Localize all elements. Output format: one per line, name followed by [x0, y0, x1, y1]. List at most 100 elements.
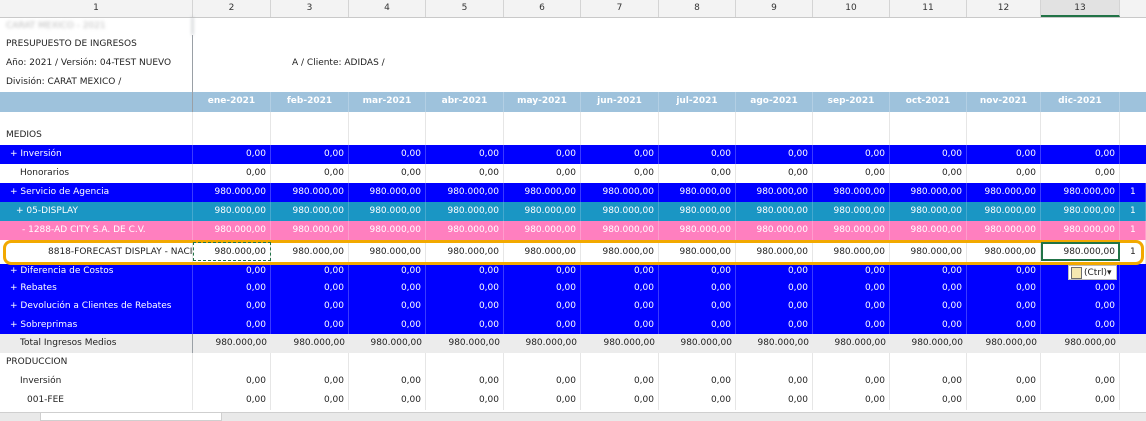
value-cell[interactable]: 0,00 [967, 372, 1041, 391]
value-cell[interactable]: 0,00 [1041, 164, 1120, 183]
value-cell[interactable]: 0,00 [890, 145, 967, 164]
value-cell[interactable]: 980.000,00 [813, 183, 890, 202]
value-cell[interactable]: 0,00 [504, 145, 581, 164]
value-cell[interactable]: 0,00 [193, 316, 271, 334]
value-cell[interactable]: 980.000,00 [581, 202, 659, 221]
value-cell[interactable]: 0,00 [813, 372, 890, 391]
value-cell[interactable]: 980.000,00 [581, 334, 659, 353]
value-cell[interactable]: 0,00 [967, 145, 1041, 164]
value-cell[interactable]: 980.000,00 [504, 240, 581, 264]
value-cell[interactable]: 0,00 [967, 391, 1041, 410]
column-header-3[interactable]: 3 [271, 0, 349, 17]
value-cell[interactable]: 0,00 [813, 391, 890, 410]
value-cell[interactable]: 0,00 [1041, 279, 1120, 297]
value-cell[interactable]: 980.000,00 [193, 202, 271, 221]
value-cell[interactable]: 0,00 [890, 316, 967, 334]
value-cell[interactable]: 0,00 [349, 372, 426, 391]
value-cell[interactable]: 980.000,00 [193, 334, 271, 353]
value-cell[interactable]: 980.000,00 [890, 240, 967, 264]
column-header-10[interactable]: 10 [813, 0, 890, 17]
value-cell[interactable]: 0,00 [271, 316, 349, 334]
value-cell[interactable]: 0,00 [890, 391, 967, 410]
column-header-12[interactable]: 12 [967, 0, 1041, 17]
value-cell[interactable]: 0,00 [349, 316, 426, 334]
column-header-13[interactable]: 13 [1041, 0, 1120, 17]
row-label[interactable]: + Rebates [0, 279, 193, 297]
value-cell[interactable]: 0,00 [193, 145, 271, 164]
value-cell[interactable]: 0,00 [581, 145, 659, 164]
value-cell[interactable]: 0,00 [1041, 391, 1120, 410]
row-label[interactable]: MEDIOS [0, 126, 193, 145]
value-cell[interactable]: 0,00 [271, 164, 349, 183]
value-cell[interactable]: 980.000,00 [271, 202, 349, 221]
value-cell[interactable]: 0,00 [1041, 145, 1120, 164]
row-label[interactable]: + Inversión [0, 145, 193, 164]
value-cell[interactable]: 980.000,00 [349, 221, 426, 240]
value-cell[interactable]: 0,00 [967, 297, 1041, 316]
value-cell[interactable]: 980.000,00 [890, 202, 967, 221]
value-cell[interactable]: 980.000,00 [659, 334, 736, 353]
value-cell[interactable]: 980.000,00 [736, 183, 813, 202]
value-cell[interactable]: 0,00 [271, 264, 349, 279]
row-label[interactable]: + Sobreprimas [0, 316, 193, 334]
value-cell[interactable]: 980.000,00 [659, 240, 736, 264]
value-cell[interactable]: 0,00 [659, 372, 736, 391]
value-cell[interactable]: 980.000,00 [659, 183, 736, 202]
value-cell[interactable]: 0,00 [736, 279, 813, 297]
value-cell[interactable]: 980.000,00 [1041, 202, 1120, 221]
value-cell[interactable]: 980.000,00 [581, 183, 659, 202]
value-cell[interactable]: 0,00 [967, 279, 1041, 297]
row-label[interactable]: 001-FEE [0, 391, 193, 410]
value-cell[interactable]: 980.000,00 [426, 334, 504, 353]
value-cell[interactable]: 980.000,00 [426, 183, 504, 202]
value-cell[interactable]: 980.000,00 [890, 334, 967, 353]
value-cell[interactable]: 0,00 [426, 316, 504, 334]
value-cell[interactable]: 0,00 [271, 391, 349, 410]
value-cell[interactable]: 0,00 [426, 145, 504, 164]
value-cell[interactable]: 980.000,00 [1041, 183, 1120, 202]
value-cell[interactable]: 0,00 [271, 372, 349, 391]
column-header-7[interactable]: 7 [581, 0, 659, 17]
value-cell[interactable]: 0,00 [504, 297, 581, 316]
value-cell[interactable]: 0,00 [890, 279, 967, 297]
row-label[interactable]: PRODUCCION [0, 353, 193, 372]
value-cell[interactable]: 980.000,00 [967, 221, 1041, 240]
value-cell[interactable]: 0,00 [736, 264, 813, 279]
row-label[interactable]: + Diferencia de Costos [0, 264, 193, 279]
value-cell[interactable]: 0,00 [581, 316, 659, 334]
row-label[interactable]: Total Ingresos Medios [0, 334, 193, 353]
value-cell[interactable]: 980.000,00 [967, 183, 1041, 202]
paste-options-button[interactable]: (Ctrl)▾ [1068, 265, 1117, 280]
value-cell[interactable]: 0,00 [1041, 372, 1120, 391]
value-cell[interactable]: 0,00 [349, 391, 426, 410]
value-cell[interactable]: 980.000,00 [659, 221, 736, 240]
value-cell[interactable]: 0,00 [813, 279, 890, 297]
value-cell[interactable]: 980.000,00 [813, 240, 890, 264]
value-cell[interactable]: 0,00 [349, 279, 426, 297]
value-cell[interactable]: 0,00 [426, 264, 504, 279]
row-label[interactable]: + Servicio de Agencia [0, 183, 193, 202]
value-cell[interactable]: 980.000,00 [659, 202, 736, 221]
value-cell[interactable]: 0,00 [736, 391, 813, 410]
value-cell[interactable]: 980.000,00 [581, 221, 659, 240]
value-cell[interactable]: 0,00 [581, 297, 659, 316]
value-cell[interactable]: 980.000,00 [349, 240, 426, 264]
value-cell[interactable]: 980.000,00 [271, 240, 349, 264]
value-cell[interactable]: 980.000,00 [890, 183, 967, 202]
value-cell[interactable]: 0,00 [813, 297, 890, 316]
value-cell[interactable]: 0,00 [1041, 297, 1120, 316]
value-cell[interactable]: 0,00 [813, 145, 890, 164]
value-cell[interactable]: 0,00 [193, 297, 271, 316]
value-cell[interactable]: 0,00 [504, 391, 581, 410]
value-cell[interactable]: 0,00 [349, 264, 426, 279]
value-cell[interactable]: 980.000,00 [271, 221, 349, 240]
value-cell[interactable]: 0,00 [659, 264, 736, 279]
column-header-4[interactable]: 4 [349, 0, 426, 17]
value-cell[interactable]: 0,00 [504, 264, 581, 279]
value-cell[interactable]: 0,00 [504, 316, 581, 334]
value-cell[interactable]: 980.000,00 [813, 334, 890, 353]
column-header-8[interactable]: 8 [659, 0, 736, 17]
value-cell[interactable]: 0,00 [193, 264, 271, 279]
value-cell[interactable]: 0,00 [581, 391, 659, 410]
value-cell[interactable]: 980.000,00 [967, 240, 1041, 264]
